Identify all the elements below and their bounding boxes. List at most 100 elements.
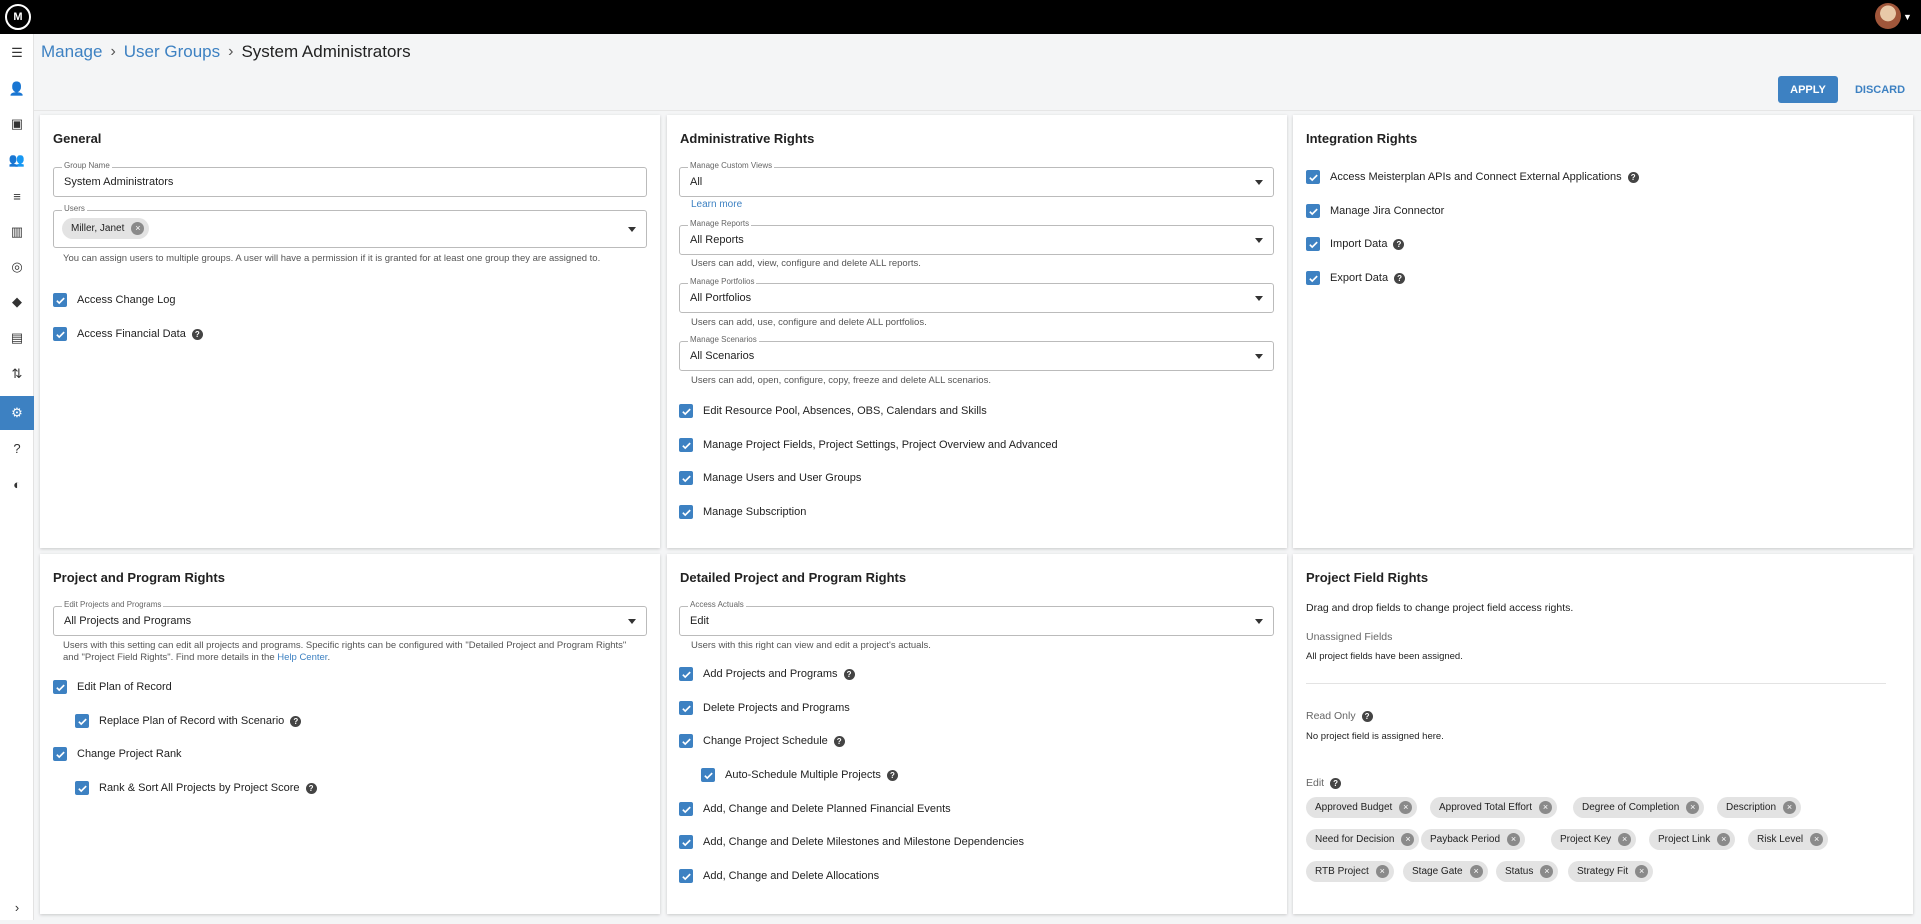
replace-plan-of-record-checkbox[interactable]: Replace Plan of Record with Scenario ?: [75, 712, 302, 730]
manage-project-fields-checkbox[interactable]: Manage Project Fields, Project Settings,…: [679, 436, 1058, 454]
learn-more-link[interactable]: Learn more: [691, 199, 742, 210]
checkbox-checked-icon[interactable]: [53, 293, 67, 307]
target-icon[interactable]: ◎: [0, 250, 34, 284]
checkbox-checked-icon[interactable]: [679, 505, 693, 519]
apply-button[interactable]: APPLY: [1778, 76, 1838, 103]
checkbox-checked-icon[interactable]: [75, 781, 89, 795]
remove-chip-icon[interactable]: ×: [1618, 833, 1632, 846]
chevron-down-icon[interactable]: [1255, 296, 1263, 301]
manage-subscription-checkbox[interactable]: Manage Subscription: [679, 503, 806, 521]
delete-projects-checkbox[interactable]: Delete Projects and Programs: [679, 699, 850, 717]
field-chip-approved-total-effort[interactable]: Approved Total Effort ×: [1430, 797, 1558, 818]
remove-chip-icon[interactable]: ×: [1635, 865, 1649, 878]
contact-card-icon[interactable]: ▣: [0, 107, 34, 141]
field-chip-payback-period[interactable]: Payback Period ×: [1421, 829, 1526, 850]
remove-chip-icon[interactable]: ×: [1401, 833, 1415, 846]
manage-portfolios-select[interactable]: Manage Portfolios All Portfolios: [679, 277, 1274, 313]
help-icon[interactable]: ?: [0, 431, 34, 465]
financial-events-checkbox[interactable]: Add, Change and Delete Planned Financial…: [679, 800, 951, 818]
help-icon[interactable]: ?: [1330, 777, 1342, 789]
change-project-schedule-checkbox[interactable]: Change Project Schedule ?: [679, 732, 845, 750]
help-icon[interactable]: ?: [1627, 171, 1639, 183]
remove-chip-icon[interactable]: ×: [1783, 801, 1797, 814]
allocations-checkbox[interactable]: Add, Change and Delete Allocations: [679, 867, 879, 885]
edit-plan-of-record-checkbox[interactable]: Edit Plan of Record: [53, 678, 172, 696]
change-project-rank-checkbox[interactable]: Change Project Rank: [53, 745, 182, 763]
manage-jira-connector-checkbox[interactable]: Manage Jira Connector: [1306, 202, 1444, 220]
field-chip-status[interactable]: Status ×: [1496, 861, 1559, 882]
help-icon[interactable]: ?: [843, 668, 855, 680]
breadcrumb-manage[interactable]: Manage: [41, 42, 102, 62]
chevron-down-icon[interactable]: [628, 619, 636, 624]
access-actuals-select[interactable]: Access Actuals Edit: [679, 600, 1274, 636]
checkbox-checked-icon[interactable]: [679, 667, 693, 681]
checkbox-checked-icon[interactable]: [679, 835, 693, 849]
field-chip-stage-gate[interactable]: Stage Gate ×: [1403, 861, 1488, 882]
field-chip-project-key[interactable]: Project Key ×: [1551, 829, 1637, 850]
help-icon[interactable]: ?: [1361, 710, 1373, 722]
checkbox-checked-icon[interactable]: [1306, 271, 1320, 285]
discard-button[interactable]: DISCARD: [1852, 76, 1908, 103]
breadcrumb-user-groups[interactable]: User Groups: [124, 42, 220, 62]
manage-reports-select[interactable]: Manage Reports All Reports: [679, 219, 1274, 255]
checkbox-checked-icon[interactable]: [75, 714, 89, 728]
expand-sidebar-icon[interactable]: ›: [0, 890, 34, 924]
document-icon[interactable]: ▤: [0, 321, 34, 355]
edit-resource-pool-checkbox[interactable]: Edit Resource Pool, Absences, OBS, Calen…: [679, 402, 987, 420]
field-chip-strategy-fit[interactable]: Strategy Fit ×: [1568, 861, 1654, 882]
manage-users-checkbox[interactable]: Manage Users and User Groups: [679, 469, 861, 487]
transfer-icon[interactable]: ⇅: [0, 357, 34, 391]
edit-projects-select[interactable]: Edit Projects and Programs All Projects …: [53, 600, 647, 636]
checkbox-checked-icon[interactable]: [1306, 204, 1320, 218]
manage-custom-views-select[interactable]: Manage Custom Views All: [679, 161, 1274, 197]
help-icon[interactable]: ?: [1393, 238, 1405, 250]
access-apis-checkbox[interactable]: Access Meisterplan APIs and Connect Exte…: [1306, 168, 1639, 186]
remove-chip-icon[interactable]: ×: [131, 222, 145, 235]
chevron-down-icon[interactable]: [1255, 354, 1263, 359]
checkbox-checked-icon[interactable]: [53, 680, 67, 694]
field-chip-approved-budget[interactable]: Approved Budget ×: [1306, 797, 1418, 818]
checkbox-checked-icon[interactable]: [679, 471, 693, 485]
chevron-down-icon[interactable]: ▼: [1903, 12, 1912, 22]
chevron-down-icon[interactable]: [628, 227, 636, 232]
checkbox-checked-icon[interactable]: [679, 438, 693, 452]
remove-chip-icon[interactable]: ×: [1810, 833, 1824, 846]
import-data-checkbox[interactable]: Import Data ?: [1306, 235, 1405, 253]
checkbox-checked-icon[interactable]: [1306, 237, 1320, 251]
menu-icon[interactable]: ☰: [0, 36, 34, 70]
remove-chip-icon[interactable]: ×: [1375, 865, 1389, 878]
checkbox-checked-icon[interactable]: [679, 404, 693, 418]
field-chip-risk-level[interactable]: Risk Level ×: [1748, 829, 1829, 850]
chevron-down-icon[interactable]: [1255, 619, 1263, 624]
access-change-log-checkbox[interactable]: Access Change Log: [53, 291, 175, 309]
group-name-field[interactable]: Group Name System Administrators: [53, 161, 647, 197]
remove-chip-icon[interactable]: ×: [1717, 833, 1731, 846]
help-center-link[interactable]: Help Center: [277, 652, 327, 663]
remove-chip-icon[interactable]: ×: [1686, 801, 1700, 814]
checkbox-checked-icon[interactable]: [679, 734, 693, 748]
milestones-checkbox[interactable]: Add, Change and Delete Milestones and Mi…: [679, 833, 1024, 851]
checkbox-checked-icon[interactable]: [1306, 170, 1320, 184]
help-icon[interactable]: ?: [290, 715, 302, 727]
meisterplan-logo[interactable]: M: [5, 4, 31, 30]
user-list-icon[interactable]: 👤: [0, 72, 34, 106]
checkbox-checked-icon[interactable]: [53, 327, 67, 341]
access-financial-data-checkbox[interactable]: Access Financial Data ?: [53, 325, 203, 343]
help-icon[interactable]: ?: [191, 328, 203, 340]
help-icon[interactable]: ?: [833, 735, 845, 747]
add-projects-checkbox[interactable]: Add Projects and Programs ?: [679, 665, 855, 683]
list-icon[interactable]: ≡: [0, 179, 34, 213]
checkbox-checked-icon[interactable]: [679, 869, 693, 883]
remove-chip-icon[interactable]: ×: [1469, 865, 1483, 878]
remove-chip-icon[interactable]: ×: [1399, 801, 1413, 814]
columns-icon[interactable]: ▥: [0, 215, 34, 249]
field-chip-need-for-decision[interactable]: Need for Decision ×: [1306, 829, 1420, 850]
checkbox-checked-icon[interactable]: [701, 768, 715, 782]
auto-schedule-checkbox[interactable]: Auto-Schedule Multiple Projects ?: [701, 766, 898, 784]
gear-icon[interactable]: ⚙: [0, 396, 34, 430]
users-select[interactable]: Users Miller, Janet ×: [53, 204, 647, 248]
people-icon[interactable]: 👥: [0, 143, 34, 177]
checkbox-checked-icon[interactable]: [679, 701, 693, 715]
field-chip-description[interactable]: Description ×: [1717, 797, 1802, 818]
remove-chip-icon[interactable]: ×: [1540, 865, 1554, 878]
